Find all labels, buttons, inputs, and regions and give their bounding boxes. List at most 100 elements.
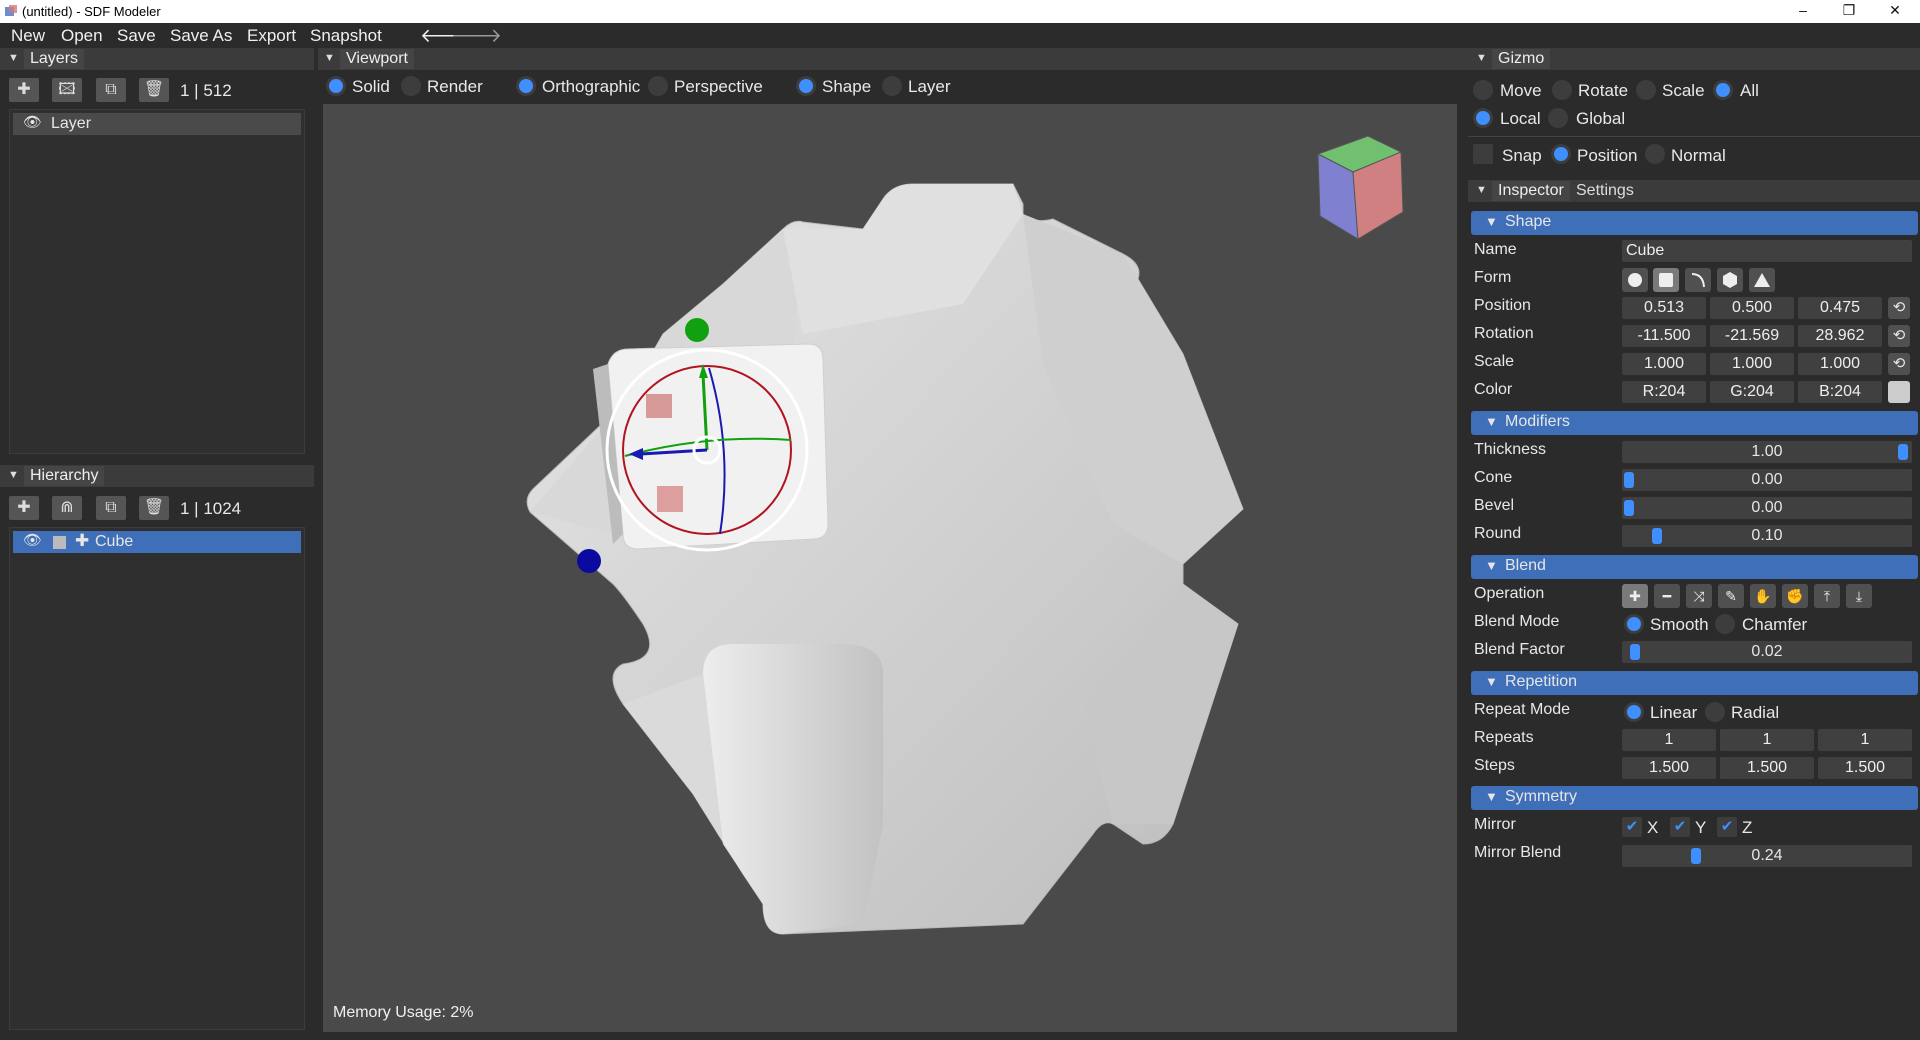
hand-icon[interactable]: ✋ [1750, 584, 1776, 608]
round-slider[interactable]: 0.10 [1622, 525, 1912, 547]
viewport-canvas[interactable]: Memory Usage: 2% [323, 104, 1457, 1032]
collapse-icon[interactable]: ▼ [1476, 52, 1487, 64]
mirror-z-checkbox[interactable]: ✔ [1717, 817, 1737, 837]
eye-icon[interactable]: 👁 [23, 113, 42, 131]
cone-slider[interactable]: 0.00 [1622, 469, 1912, 491]
mirror-x-checkbox[interactable]: ✔ [1622, 817, 1642, 837]
shape-mode-radio[interactable] [796, 76, 816, 96]
union-icon[interactable]: ✚ [1622, 584, 1648, 608]
group-icon[interactable]: ⋒ [52, 496, 82, 520]
layers-tab[interactable]: Layers [24, 49, 85, 69]
repeats-y-field[interactable]: 1 [1720, 729, 1814, 751]
move-label[interactable]: Move [1500, 81, 1542, 101]
paint-icon[interactable]: ✎ [1718, 584, 1744, 608]
rotation-z-field[interactable]: 28.962 [1798, 325, 1882, 347]
add-layer-button[interactable]: ✚ [9, 78, 39, 102]
bevel-slider[interactable]: 0.00 [1622, 497, 1912, 519]
mirror-z-label[interactable]: Z [1742, 818, 1752, 838]
chamfer-radio[interactable] [1715, 614, 1735, 634]
position-y-field[interactable]: 0.500 [1710, 297, 1794, 319]
reset-icon[interactable]: ⟲ [1888, 353, 1910, 375]
render-radio[interactable] [401, 76, 421, 96]
add-shape-button[interactable]: ✚ [9, 496, 39, 520]
repeats-x-field[interactable]: 1 [1622, 729, 1716, 751]
scale-label[interactable]: Scale [1662, 81, 1705, 101]
rotation-x-field[interactable]: -11.500 [1622, 325, 1706, 347]
perspective-label[interactable]: Perspective [674, 77, 763, 97]
scale-y-field[interactable]: 1.000 [1710, 353, 1794, 375]
blend-factor-slider[interactable]: 0.02 [1622, 641, 1912, 663]
color-swatch[interactable] [1888, 381, 1910, 403]
arc-form-button[interactable] [1685, 268, 1711, 292]
gizmo-tab[interactable]: Gizmo [1492, 49, 1551, 69]
radial-label[interactable]: Radial [1731, 703, 1779, 723]
delete-shape-button[interactable]: 🗑 [139, 496, 169, 520]
reset-icon[interactable]: ⟲ [1888, 325, 1910, 347]
move-down-icon[interactable]: ⤓ [1846, 584, 1872, 608]
viewport-tab[interactable]: Viewport [340, 49, 414, 69]
collapse-icon[interactable]: ▼ [1476, 184, 1487, 196]
sphere-form-button[interactable] [1622, 268, 1648, 292]
repetition-section-header[interactable]: ▼ Repetition [1471, 671, 1918, 695]
normal-snap-label[interactable]: Normal [1671, 146, 1726, 166]
subtract-icon[interactable]: ━ [1654, 584, 1680, 608]
normal-snap-radio[interactable] [1645, 144, 1665, 164]
layer-row[interactable]: 👁 Layer [13, 113, 301, 135]
mirror-x-label[interactable]: X [1647, 818, 1658, 838]
menu-open[interactable]: Open [61, 26, 103, 46]
position-z-field[interactable]: 0.475 [1798, 297, 1882, 319]
slider-knob[interactable] [1624, 472, 1634, 488]
rotate-radio[interactable] [1552, 80, 1572, 100]
box-form-button[interactable] [1653, 268, 1679, 292]
modifiers-section-header[interactable]: ▼ Modifiers [1471, 411, 1918, 435]
snap-label[interactable]: Snap [1502, 146, 1542, 166]
delete-layer-button[interactable]: 🗑 [139, 78, 169, 102]
slider-knob[interactable] [1898, 444, 1908, 460]
render-label[interactable]: Render [427, 77, 483, 97]
local-radio[interactable] [1473, 108, 1493, 128]
name-field[interactable]: Cube [1622, 240, 1912, 262]
rotate-label[interactable]: Rotate [1578, 81, 1628, 101]
image-icon[interactable]: 🖾 [52, 78, 82, 102]
menu-snapshot[interactable]: Snapshot [310, 26, 382, 46]
cone-form-button[interactable] [1749, 268, 1775, 292]
maximize-button[interactable]: ❐ [1826, 0, 1872, 23]
menu-export[interactable]: Export [247, 26, 296, 46]
move-radio[interactable] [1473, 80, 1493, 100]
solid-radio[interactable] [326, 76, 346, 96]
radial-radio[interactable] [1705, 702, 1725, 722]
symmetry-section-header[interactable]: ▼ Symmetry [1471, 786, 1918, 810]
menu-new[interactable]: New [11, 26, 45, 46]
smooth-radio[interactable] [1624, 614, 1644, 634]
steps-y-field[interactable]: 1.500 [1720, 757, 1814, 779]
duplicate-shape-button[interactable]: ⧉ [96, 496, 126, 520]
orthographic-radio[interactable] [516, 76, 536, 96]
scale-radio[interactable] [1636, 80, 1656, 100]
intersect-icon[interactable]: ⤨ [1686, 584, 1712, 608]
orthographic-label[interactable]: Orthographic [542, 77, 640, 97]
menu-save[interactable]: Save [117, 26, 156, 46]
scale-z-field[interactable]: 1.000 [1798, 353, 1882, 375]
displace-icon[interactable]: ✊ [1782, 584, 1808, 608]
mirror-blend-slider[interactable]: 0.24 [1622, 845, 1912, 867]
reset-icon[interactable]: ⟲ [1888, 297, 1910, 319]
slider-knob[interactable] [1630, 644, 1640, 660]
menu-save-as[interactable]: Save As [170, 26, 232, 46]
move-up-icon[interactable]: ⤒ [1814, 584, 1840, 608]
eye-icon[interactable]: 👁 [23, 531, 42, 549]
color-b-field[interactable]: B:204 [1798, 381, 1882, 403]
minimize-button[interactable]: – [1780, 0, 1826, 23]
position-x-field[interactable]: 0.513 [1622, 297, 1706, 319]
rotation-y-field[interactable]: -21.569 [1710, 325, 1794, 347]
layer-mode-radio[interactable] [882, 76, 902, 96]
position-snap-radio[interactable] [1551, 144, 1571, 164]
mirror-y-checkbox[interactable]: ✔ [1670, 817, 1690, 837]
linear-label[interactable]: Linear [1650, 703, 1697, 723]
mirror-y-label[interactable]: Y [1695, 818, 1706, 838]
position-snap-label[interactable]: Position [1577, 146, 1637, 166]
global-radio[interactable] [1548, 108, 1568, 128]
steps-x-field[interactable]: 1.500 [1622, 757, 1716, 779]
steps-z-field[interactable]: 1.500 [1818, 757, 1912, 779]
thickness-slider[interactable]: 1.00 [1622, 441, 1912, 463]
prism-form-button[interactable] [1717, 268, 1743, 292]
